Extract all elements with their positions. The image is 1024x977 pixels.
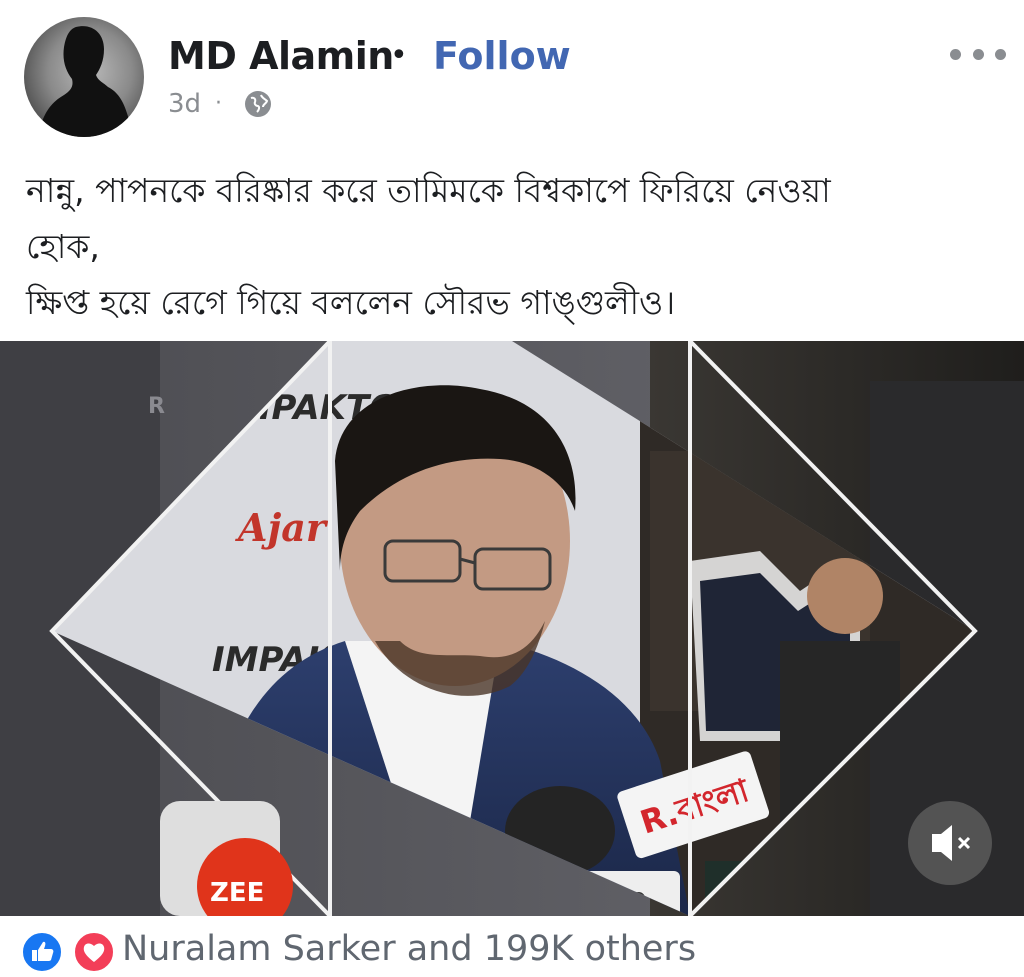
more-options-icon[interactable]: [950, 36, 1006, 72]
like-icon[interactable]: [20, 930, 64, 974]
thumbs-up-icon: [32, 941, 54, 961]
reaction-summary[interactable]: Nuralam Sarker and 199K others: [122, 925, 696, 973]
mic-label: ZEE: [210, 878, 264, 908]
video-frame: IMPAKTO Ajar IMPAK ১৪ R.বাংলা Tribe: [0, 341, 1024, 916]
heart-icon: [83, 943, 105, 962]
post-header: MD Alamin • Follow 3d ·: [0, 0, 1024, 150]
post-text-line: হোক,: [26, 227, 100, 266]
author-name[interactable]: MD Alamin: [168, 32, 394, 80]
post-text-line: ক্ষিপ্ত হয়ে রেগে গিয়ে বললেন সৌরভ গাঙ্গ…: [26, 283, 676, 322]
mute-button[interactable]: [908, 801, 992, 885]
post-text-line: নান্নু, পাপনকে বরিষ্কার করে তামিমকে বিশ্…: [26, 171, 831, 210]
banner-text: Ajar: [235, 505, 329, 550]
speaker-muted-icon: [932, 825, 971, 861]
name-separator: •: [390, 38, 408, 73]
meta-separator: ·: [215, 91, 222, 116]
follow-button[interactable]: Follow: [433, 32, 571, 80]
avatar[interactable]: [24, 17, 144, 137]
video-player[interactable]: IMPAKTO Ajar IMPAK ১৪ R.বাংলা Tribe: [0, 341, 1024, 916]
avatar-silhouette: [38, 26, 132, 137]
love-icon[interactable]: [72, 930, 116, 974]
globe-icon: [245, 91, 271, 117]
dot-icon: [950, 48, 961, 60]
banner-text: R: [148, 394, 165, 419]
dot-icon: [972, 48, 984, 60]
post-timestamp[interactable]: 3d: [168, 86, 201, 122]
dot-icon: [995, 48, 1006, 60]
post-text: নান্নু, পাপনকে বরিষ্কার করে তামিমকে বিশ্…: [26, 163, 1006, 331]
